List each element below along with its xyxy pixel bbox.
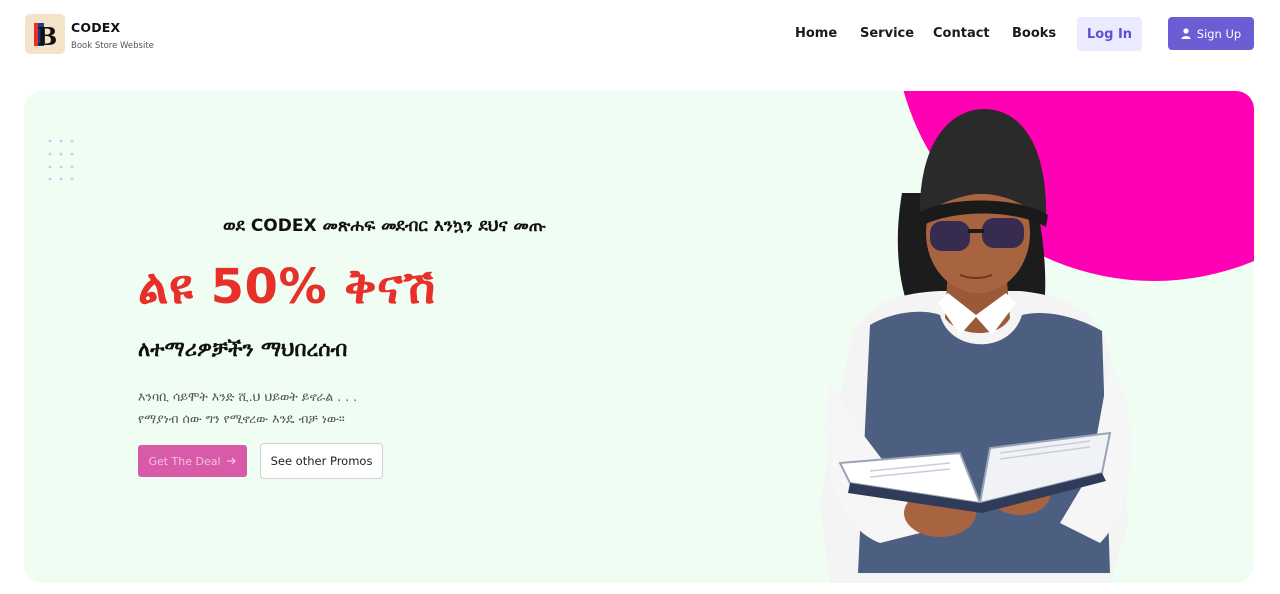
book-logo-icon: B [25,14,65,54]
signup-button[interactable]: Sign Up [1168,17,1254,50]
site-header: B CODEX Book Store Website Home Service … [0,0,1280,70]
login-button[interactable]: Log In [1077,17,1142,51]
nav-contact[interactable]: Contact [933,26,990,41]
brand-name: CODEX [71,20,121,35]
get-deal-button[interactable]: Get The Deal [138,445,247,477]
welcome-text: ወደ CODEX መጽሐፍ መደብር እንኳን ደህና መጡ [223,216,546,236]
nav-service[interactable]: Service [860,26,914,41]
other-promos-button[interactable]: See other Promos [260,443,383,479]
dot-grid-decoration [48,139,74,181]
description-line: እንባቢ ሳይሞት እንድ ሺ.ህ ህይወት ይኖራል . . . [138,389,358,404]
discount-headline: ልዩ 50% ቅናሽ [138,259,436,315]
other-promos-label: See other Promos [270,454,373,468]
user-icon [1181,28,1191,39]
arrow-right-icon [226,457,236,465]
signup-label: Sign Up [1196,26,1242,41]
brand-tagline: Book Store Website [71,41,154,51]
get-deal-label: Get The Deal [148,454,221,468]
woman-reading-image [820,108,1132,583]
hero-description: እንባቢ ሳይሞት እንድ ሺ.ህ ህይወት ይኖራል . . . የማያነብ … [138,386,357,430]
description-line: የማያነብ ሰው ግን የሚኖረው እንዴ ብቻ ነው። [138,411,345,426]
login-label: Log In [1086,26,1133,42]
nav-books[interactable]: Books [1012,26,1056,41]
audience-subheadline: ለተማሪዎቻችን ማህበረሰብ [138,337,348,361]
logo[interactable]: B [25,14,65,54]
svg-text:B: B [37,22,57,51]
nav-home[interactable]: Home [795,26,837,41]
hero-banner: ወደ CODEX መጽሐፍ መደብር እንኳን ደህና መጡ ልዩ 50% ቅና… [24,91,1254,583]
